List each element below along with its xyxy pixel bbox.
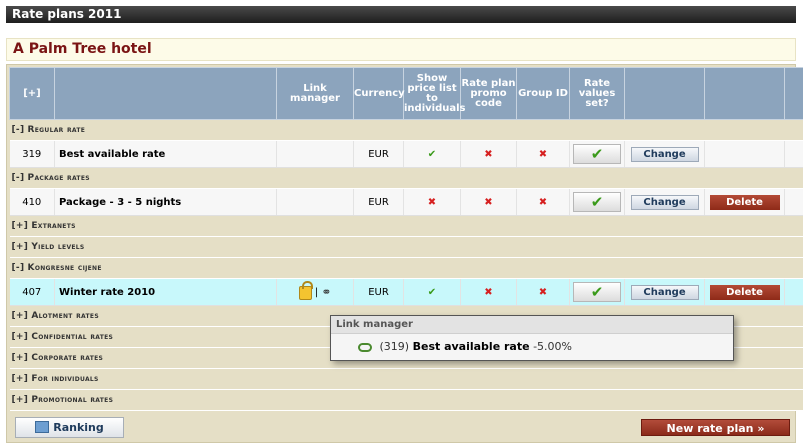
group-row-promotional[interactable]: [+] Promotional rates bbox=[9, 389, 803, 411]
linked-rate-name: Best available rate bbox=[412, 340, 530, 353]
page-title: Rate plans 2011 bbox=[6, 6, 796, 23]
col-show-price: Show price list to individuals bbox=[403, 67, 465, 120]
rate-values-button[interactable]: ✔ bbox=[573, 192, 621, 212]
table-row: 410 Package - 3 - 5 nights EUR ✖ ✖ ✖ ✔ C… bbox=[9, 188, 803, 216]
rate-values-button[interactable]: ✔ bbox=[573, 144, 621, 164]
cross-icon: ✖ bbox=[460, 188, 517, 216]
group-toggle[interactable]: [-] bbox=[12, 173, 25, 183]
cross-icon: ✖ bbox=[516, 140, 570, 168]
cross-icon: ✖ bbox=[516, 188, 570, 216]
delete-button[interactable]: Delete bbox=[709, 284, 780, 300]
col-currency: Currency bbox=[353, 67, 405, 120]
group-toggle[interactable]: [+] bbox=[12, 374, 29, 384]
group-label: Regular rate bbox=[27, 125, 86, 135]
group-toggle[interactable]: [-] bbox=[12, 125, 25, 135]
linked-rate-id: (319) bbox=[379, 340, 410, 353]
ranking-icon bbox=[35, 421, 50, 433]
group-label: Confidential rates bbox=[31, 332, 114, 342]
rate-name[interactable]: Best available rate bbox=[54, 140, 277, 168]
table-header: [+] Link manager Currency Show price lis… bbox=[9, 67, 803, 120]
change-button[interactable]: Change bbox=[630, 284, 699, 300]
group-label: Kongresne cijene bbox=[27, 263, 102, 273]
link-icon[interactable]: ⚭ bbox=[321, 285, 331, 299]
group-row-regular[interactable]: [-] Regular rate bbox=[9, 119, 803, 141]
group-toggle[interactable]: [+] bbox=[12, 242, 29, 252]
group-row-kongresne[interactable]: [-] Kongresne cijene bbox=[9, 257, 803, 279]
group-toggle[interactable]: [+] bbox=[12, 332, 29, 342]
check-icon: ✔ bbox=[403, 278, 461, 306]
hotel-name: A Palm Tree hotel bbox=[6, 38, 796, 61]
group-toggle[interactable]: [+] bbox=[12, 353, 29, 363]
link-separator: | bbox=[314, 287, 319, 298]
group-row-yield[interactable]: [+] Yield levels bbox=[9, 236, 803, 258]
expand-all-toggle[interactable]: [+] bbox=[9, 67, 55, 120]
ranking-label: Ranking bbox=[53, 421, 104, 434]
change-button[interactable]: Change bbox=[630, 194, 699, 210]
group-label: Package rates bbox=[27, 173, 90, 183]
group-label: Extranets bbox=[31, 221, 76, 231]
group-label: Promotional rates bbox=[31, 395, 114, 405]
rate-values-button[interactable]: ✔ bbox=[573, 282, 621, 302]
rate-plans-panel: [+] Link manager Currency Show price lis… bbox=[6, 64, 803, 443]
cross-icon: ✖ bbox=[460, 140, 517, 168]
group-row-package[interactable]: [-] Package rates bbox=[9, 167, 803, 189]
linked-rate-value: -5.00% bbox=[533, 340, 572, 353]
col-promo-code: Rate plan promo code bbox=[460, 67, 517, 120]
cross-icon: ✖ bbox=[516, 278, 570, 306]
ranking-button[interactable]: Ranking bbox=[15, 417, 124, 438]
check-icon: ✔ bbox=[403, 140, 461, 168]
link-manager-tooltip: Link manager (319) Best available rate -… bbox=[330, 315, 734, 361]
group-toggle[interactable]: [+] bbox=[12, 311, 29, 321]
link-icon bbox=[358, 342, 372, 352]
table-row: 319 Best available rate EUR ✔ ✖ ✖ ✔ Chan… bbox=[9, 140, 803, 168]
group-label: Alotment rates bbox=[31, 311, 99, 321]
group-toggle[interactable]: [+] bbox=[12, 221, 29, 231]
delete-button[interactable]: Delete bbox=[709, 194, 780, 210]
table-row: 407 Winter rate 2010 | ⚭ EUR ✔ ✖ ✖ ✔ Cha… bbox=[9, 278, 803, 306]
col-group-id: Group ID bbox=[516, 67, 570, 120]
group-label: For individuals bbox=[31, 374, 99, 384]
lock-icon[interactable] bbox=[298, 281, 313, 300]
group-label: Corporate rates bbox=[31, 353, 104, 363]
cross-icon: ✖ bbox=[403, 188, 461, 216]
cross-icon: ✖ bbox=[460, 278, 517, 306]
new-rate-plan-button[interactable]: New rate plan » bbox=[641, 419, 790, 436]
rate-name[interactable]: Winter rate 2010 bbox=[54, 278, 277, 306]
group-toggle[interactable]: [-] bbox=[12, 263, 25, 273]
group-toggle[interactable]: [+] bbox=[12, 395, 29, 405]
group-label: Yield levels bbox=[31, 242, 85, 252]
change-button[interactable]: Change bbox=[630, 146, 699, 162]
group-row-extranets[interactable]: [+] Extranets bbox=[9, 215, 803, 237]
rate-name[interactable]: Package - 3 - 5 nights bbox=[54, 188, 277, 216]
col-link-manager: Link manager bbox=[276, 67, 354, 120]
col-rate-values: Rate values set? bbox=[569, 67, 625, 120]
group-row-individuals[interactable]: [+] For individuals bbox=[9, 368, 803, 390]
tooltip-title: Link manager bbox=[331, 316, 733, 334]
